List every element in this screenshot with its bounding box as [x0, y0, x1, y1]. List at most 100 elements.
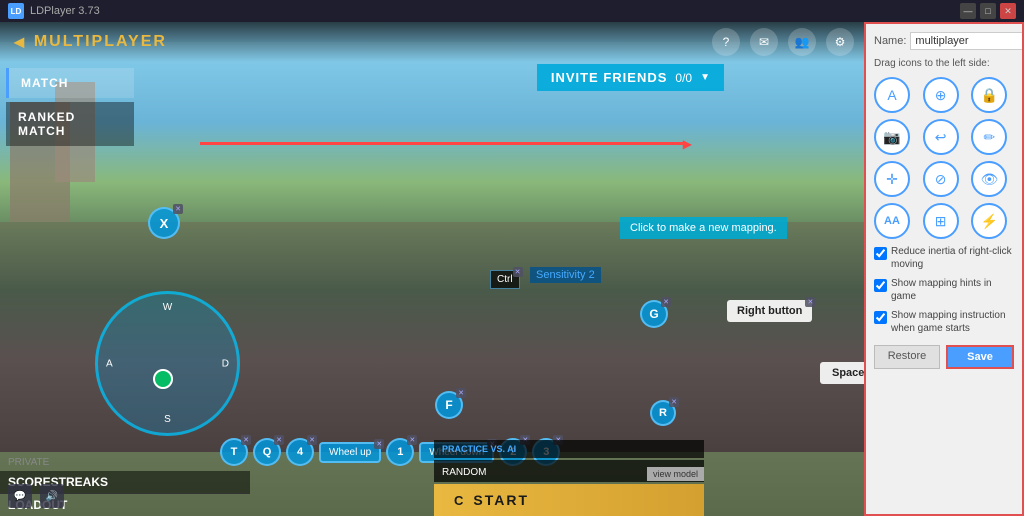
checkbox-row-1: Reduce inertia of right-click moving — [874, 245, 1014, 271]
key-g-close-icon[interactable]: ✕ — [661, 297, 671, 307]
icon-camera[interactable]: 📷 — [874, 119, 910, 155]
panel-buttons: Restore Save — [874, 345, 1014, 369]
practice-row: PRACTICE VS. AI — [434, 440, 704, 458]
joystick[interactable]: W S A D — [95, 291, 240, 436]
key-q-wrap: Q ✕ — [253, 438, 281, 466]
maximize-button[interactable]: □ — [980, 3, 996, 19]
multiplayer-title: MULTIPLAYER — [34, 33, 167, 51]
name-label: Name: — [874, 35, 906, 47]
random-label: RANDOM — [442, 467, 486, 478]
back-arrow-icon: ◄ — [10, 32, 28, 53]
icon-text-aa[interactable]: AA — [874, 203, 910, 239]
settings-icon[interactable]: ⚙ — [826, 28, 854, 56]
key-4-close-icon[interactable]: ✕ — [307, 435, 317, 445]
wheel-up-button[interactable]: Wheel up — [319, 442, 381, 463]
practice-label: PRACTICE VS. AI — [442, 444, 516, 454]
key-g-wrap: G ✕ — [640, 300, 668, 328]
tab-ranked-match[interactable]: RANKED MATCH — [6, 102, 134, 146]
titlebar-left: LD LDPlayer 3.73 — [8, 3, 100, 19]
icon-crosshair[interactable]: ⊕ — [923, 77, 959, 113]
key-4-wrap: 4 ✕ — [286, 438, 314, 466]
titlebar: LD LDPlayer 3.73 — □ ✕ — [0, 0, 1024, 22]
key-x-wrap: X ✕ — [148, 207, 180, 239]
titlebar-controls: — □ ✕ — [960, 3, 1016, 19]
key-f-wrap: F ✕ — [435, 391, 463, 419]
joystick-d-label: D — [222, 358, 229, 369]
space-key-button[interactable]: Space — [820, 362, 864, 384]
restore-button[interactable]: Restore — [874, 345, 940, 369]
view-model-label: view model — [647, 467, 704, 481]
space-key-wrap: Space ✕ — [820, 362, 864, 384]
key-f-close-icon[interactable]: ✕ — [456, 388, 466, 398]
show-instruction-checkbox[interactable] — [874, 311, 887, 324]
invite-friends-label: INVITE FRIENDS — [551, 70, 668, 85]
help-icon[interactable]: ? — [712, 28, 740, 56]
joystick-inner — [153, 369, 173, 389]
icon-dpad[interactable]: ✛ — [874, 161, 910, 197]
tab-match[interactable]: MATCH — [6, 68, 134, 98]
sensitivity-label: Sensitivity 2 — [530, 267, 601, 283]
reduce-inertia-checkbox[interactable] — [874, 247, 887, 260]
icon-grid[interactable]: ⊞ — [923, 203, 959, 239]
key-r-wrap: R ✕ — [650, 400, 676, 426]
checkbox-row-2: Show mapping hints in game — [874, 277, 1014, 303]
app-logo: LD — [8, 3, 24, 19]
red-arrow-indicator — [200, 142, 684, 145]
wheel-up-wrap: Wheel up ✕ — [319, 442, 381, 463]
start-label: START — [473, 492, 529, 508]
bottom-right-ui: PRACTICE VS. AI RANDOM view model C STAR… — [434, 440, 704, 516]
speaker-icon[interactable]: 🔊 — [40, 484, 64, 508]
joystick-w-label: W — [163, 302, 172, 313]
drag-icons-label: Drag icons to the left side: — [874, 58, 1014, 69]
joystick-s-label: S — [164, 414, 171, 425]
back-button[interactable]: ◄ MULTIPLAYER — [10, 32, 167, 53]
key-t-close-icon[interactable]: ✕ — [241, 435, 251, 445]
start-key-icon: C — [454, 493, 465, 508]
mail-icon[interactable]: ✉ — [750, 28, 778, 56]
game-topbar: ◄ MULTIPLAYER ? ✉ 👥 ⚙ — [0, 22, 864, 62]
joystick-a-label: A — [106, 358, 113, 369]
icon-pen[interactable]: ✏ — [971, 119, 1007, 155]
minimize-button[interactable]: — — [960, 3, 976, 19]
icon-no[interactable]: ⊘ — [923, 161, 959, 197]
right-button-close-icon[interactable]: ✕ — [805, 297, 815, 307]
topbar-right: ? ✉ 👥 ⚙ — [712, 28, 854, 56]
invite-count: 0/0 — [675, 71, 692, 85]
close-button[interactable]: ✕ — [1000, 3, 1016, 19]
game-area: ◄ MULTIPLAYER ? ✉ 👥 ⚙ MATCH RANKED MATCH… — [0, 22, 864, 516]
wheel-up-close-icon[interactable]: ✕ — [374, 439, 384, 449]
icon-bolt[interactable]: ⚡ — [971, 203, 1007, 239]
start-button[interactable]: C START — [434, 484, 704, 516]
main-area: ◄ MULTIPLAYER ? ✉ 👥 ⚙ MATCH RANKED MATCH… — [0, 22, 1024, 516]
chat-icon[interactable]: 💬 — [8, 484, 32, 508]
key-r-close-icon[interactable]: ✕ — [669, 397, 679, 407]
panel-name-row: Name: ▼ — [874, 32, 1014, 50]
reduce-inertia-label: Reduce inertia of right-click moving — [891, 245, 1014, 271]
friends-icon[interactable]: 👥 — [788, 28, 816, 56]
icon-eye[interactable]: 👁 — [971, 161, 1007, 197]
invite-friends-bar[interactable]: INVITE FRIENDS 0/0 ▼ — [537, 64, 724, 91]
bottom-left-ui: PRIVATE SCORESTREAKS LOADOUT 💬 🔊 — [0, 454, 250, 516]
icon-lock[interactable]: 🔒 — [971, 77, 1007, 113]
key-q-close-icon[interactable]: ✕ — [274, 435, 284, 445]
save-button[interactable]: Save — [946, 345, 1014, 369]
right-panel: Name: ▼ Drag icons to the left side: A ⊕… — [864, 22, 1024, 516]
right-button-wrap: Right button ✕ — [727, 300, 812, 322]
ctrl-close-icon[interactable]: ✕ — [513, 267, 523, 277]
ctrl-key-wrap: Ctrl ✕ — [490, 270, 520, 289]
right-button[interactable]: Right button — [727, 300, 812, 322]
show-hints-checkbox[interactable] — [874, 279, 887, 292]
icon-letter-a[interactable]: A — [874, 77, 910, 113]
icon-swipe[interactable]: ↩ — [923, 119, 959, 155]
app-window: LD LDPlayer 3.73 — □ ✕ ◄ MULTIPLAYER — [0, 0, 1024, 516]
name-input[interactable] — [910, 32, 1024, 50]
checkbox-row-3: Show mapping instruction when game start… — [874, 309, 1014, 335]
titlebar-title: LDPlayer 3.73 — [30, 5, 100, 17]
nav-tabs: MATCH RANKED MATCH — [0, 62, 140, 152]
new-mapping-tooltip[interactable]: Click to make a new mapping. — [620, 217, 787, 239]
icon-grid: A ⊕ 🔒 📷 ↩ ✏ ✛ ⊘ 👁 AA ⊞ ⚡ — [874, 77, 1014, 239]
key-x-close-icon[interactable]: ✕ — [173, 204, 183, 214]
invite-dropdown-icon: ▼ — [700, 72, 710, 83]
show-hints-label: Show mapping hints in game — [891, 277, 1014, 303]
key-1-close-icon[interactable]: ✕ — [407, 435, 417, 445]
